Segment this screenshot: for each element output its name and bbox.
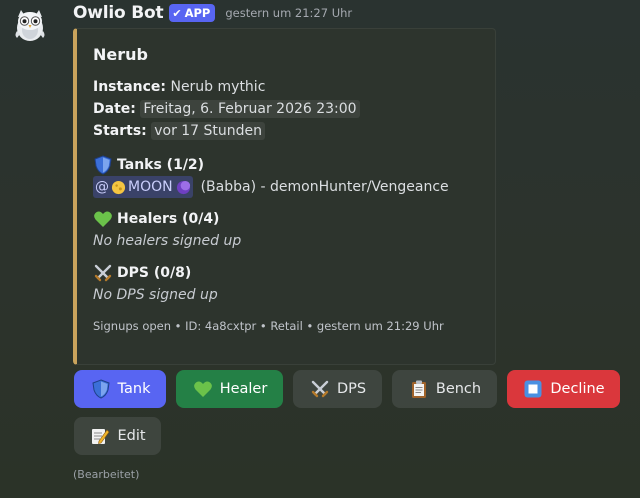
- owl-avatar-icon: [15, 10, 45, 41]
- tank-button[interactable]: Tank: [74, 370, 166, 408]
- starts-label: Starts:: [93, 123, 147, 139]
- bot-username[interactable]: Owlio Bot: [73, 3, 164, 23]
- embed-title: Nerub: [93, 45, 148, 64]
- embed-footer: Signups open • ID: 4a8cxtpr • Retail • g…: [93, 319, 444, 333]
- app-badge-label: APP: [184, 6, 211, 20]
- dps-title: DPS (0/8): [117, 265, 192, 281]
- shield-icon: [93, 155, 113, 175]
- crossed-swords-icon: [309, 378, 331, 400]
- tanks-title: Tanks (1/2): [117, 157, 205, 173]
- edit-button[interactable]: Edit: [74, 417, 161, 455]
- starts-field: Starts: vor 17 Stunden: [93, 120, 479, 142]
- edit-button-label: Edit: [117, 428, 146, 444]
- bench-button-label: Bench: [435, 381, 482, 397]
- instance-value: Nerub mythic: [170, 79, 266, 95]
- dps-section: DPS (0/8) No DPS signed up: [93, 262, 479, 306]
- checkmark-icon: ✔: [172, 6, 182, 20]
- user-mention[interactable]: @ MOON: [93, 176, 193, 198]
- tank-signup-row: @ MOON (Babba) - demonHunter/Vengeance: [93, 176, 479, 198]
- purple-moon-icon: [176, 180, 191, 195]
- date-value[interactable]: Freitag, 6. Februar 2026 23:00: [140, 100, 360, 118]
- stop-button-icon: [522, 378, 544, 400]
- instance-label: Instance:: [93, 79, 167, 95]
- green-heart-icon: [93, 209, 113, 229]
- shield-icon: [90, 378, 112, 400]
- app-badge: ✔ APP: [169, 4, 216, 22]
- decline-button[interactable]: Decline: [507, 370, 620, 408]
- memo-icon: [89, 425, 111, 447]
- healers-section: Healers (0/4) No healers signed up: [93, 208, 479, 252]
- message-timestamp[interactable]: gestern um 21:27 Uhr: [225, 6, 352, 20]
- dps-button-label: DPS: [336, 381, 367, 397]
- raid-embed: Nerub Instance: Nerub mythic Date: Freit…: [73, 28, 496, 365]
- healer-button[interactable]: Healer: [176, 370, 283, 408]
- signup-buttons-row: Tank Healer DPS Bench Decline: [74, 370, 620, 408]
- crossed-swords-icon: [93, 263, 113, 283]
- healers-title: Healers (0/4): [117, 211, 220, 227]
- date-field: Date: Freitag, 6. Februar 2026 23:00: [93, 98, 479, 120]
- clipboard-icon: [408, 378, 430, 400]
- mention-prefix: @: [95, 179, 109, 195]
- instance-field: Instance: Nerub mythic: [93, 76, 479, 98]
- bot-avatar[interactable]: [10, 4, 50, 44]
- tanks-section: Tanks (1/2) @ MOON (Babba) - demonHunter…: [93, 154, 479, 198]
- edit-buttons-row: Edit: [74, 417, 161, 455]
- decline-button-label: Decline: [550, 381, 605, 397]
- healers-empty: No healers signed up: [93, 233, 242, 249]
- mention-name: MOON: [128, 179, 173, 195]
- bench-button[interactable]: Bench: [392, 370, 497, 408]
- moon-face-icon: [111, 180, 126, 195]
- dps-button[interactable]: DPS: [293, 370, 382, 408]
- dps-empty: No DPS signed up: [93, 287, 218, 303]
- edited-label: (Bearbeitet): [73, 468, 140, 481]
- green-heart-icon: [192, 378, 214, 400]
- starts-value[interactable]: vor 17 Stunden: [151, 122, 266, 140]
- tank-signup-detail: (Babba) - demonHunter/Vengeance: [200, 179, 449, 195]
- tank-button-label: Tank: [117, 381, 151, 397]
- healer-button-label: Healer: [219, 381, 268, 397]
- message-header: Owlio Bot ✔ APP gestern um 21:27 Uhr: [73, 2, 352, 24]
- date-label: Date:: [93, 101, 136, 117]
